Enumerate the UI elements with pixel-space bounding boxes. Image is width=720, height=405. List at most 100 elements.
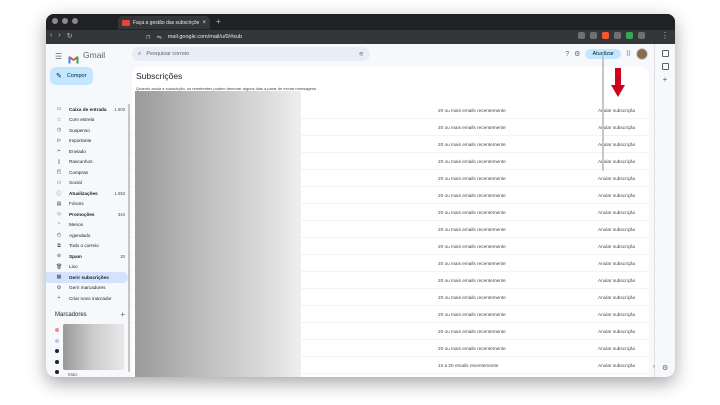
sidebar-item-inbox[interactable]: ▭ Caixa de entrada 1.503 [46,104,128,115]
collapse-panel-icon[interactable]: › [653,364,655,370]
main-menu-icon[interactable]: ☰ [55,52,62,61]
browser-tab[interactable]: Faça a gestão das subscrições × [118,16,210,29]
purchases-icon: ◰ [56,169,62,176]
unsubscribe-button[interactable]: Anular subscrição [598,363,635,368]
sidebar-item-star[interactable]: ☆ Com estrela [46,115,128,126]
content-scrollbar[interactable] [602,53,604,171]
unsubscribe-button[interactable]: Anular subscrição [598,278,635,283]
sidebar-item-send[interactable]: ➢ Enviado [46,146,128,157]
eye-icon[interactable] [578,32,585,39]
star-icon: ☆ [56,116,62,123]
unsubscribe-button[interactable]: Anular subscrição [598,176,635,181]
sidebar-item-info[interactable]: ⓘ Atualizações 1.553 [46,188,128,199]
gmail-wordmark: Gmail [83,50,106,60]
sidebar-toggle-icon[interactable] [638,32,645,39]
labels-more[interactable]: Mais [68,372,78,377]
inbox-icon: ▭ [56,106,62,113]
browser-window: Faça a gestão das subscrições × + ‹ › ↻ … [46,14,675,377]
panel-settings-icon[interactable]: ⚙ [662,364,715,401]
sidebar-item-spam[interactable]: ⊘ Spam 20 [46,251,128,262]
labels-header: Marcadores + [55,311,125,319]
address-bar[interactable]: ⊓ ⇋ mail.google.com/mail/u/0/#sub [146,32,576,42]
add-addon-icon[interactable]: + [662,76,669,84]
sidebar-item-scheduled[interactable]: ◴ Agendado [46,230,128,241]
sidebar-item-label: Todo o correio [69,243,99,249]
add-label-icon[interactable]: + [120,311,125,319]
unsubscribe-button[interactable]: Anular subscrição [598,210,635,215]
keep-icon[interactable] [661,63,669,70]
unsubscribe-button[interactable]: Anular subscrição [598,244,635,249]
bookmark-icon[interactable]: ⊓ [146,34,151,41]
info-icon: ⓘ [56,190,62,197]
nav-buttons: ‹ › ↻ [50,32,73,40]
sidebar-item-label: Compras [69,169,89,175]
help-icon[interactable]: ? [565,51,569,58]
url-text[interactable]: mail.google.com/mail/u/0/#sub [168,34,242,40]
compose-button[interactable]: ✎ Compor [50,67,93,85]
apps-grid-icon[interactable]: ⠿ [626,50,631,58]
sidebar-item-label: Fóruns [69,201,84,207]
plus-icon: + [57,295,61,302]
sidebar-item-forum[interactable]: ▤ Fóruns [46,199,128,210]
extension-green-icon[interactable] [626,32,633,39]
sidebar-item-subscriptions[interactable]: ▦ Gerir subscrições [46,272,128,283]
unsubscribe-button[interactable]: Anular subscrição [598,329,635,334]
window-controls[interactable] [52,18,78,24]
clock-icon: ◷ [56,127,62,134]
sidebar-item-chevron-up[interactable]: ⌃ Menos [46,220,128,231]
unsubscribe-button[interactable]: Anular subscrição [598,295,635,300]
sidebar-item-trash[interactable]: 🗑 Lixo [46,262,128,273]
sidebar-item-label: Caixa de entrada [69,106,107,112]
search-filter-icon[interactable]: ⚟ [359,51,364,58]
unsubscribe-button[interactable]: Anular subscrição [598,312,635,317]
spam-icon: ⊘ [56,253,62,260]
sidebar-item-tag[interactable]: ◇ Promoções 344 [46,209,128,220]
gmail-logo[interactable]: Gmail [68,50,106,63]
sidebar-item-label: Rascunhos [69,159,93,165]
sidebar-scrollbar[interactable] [128,104,130,372]
label-dot [55,359,59,364]
brave-shield-icon[interactable] [602,32,609,39]
sidebar-item-all-mail[interactable]: ⧉ Todo o correio [46,241,128,252]
unsubscribe-button[interactable]: Anular subscrição [598,193,635,198]
sidebar-item-draft[interactable]: ▯ Rascunhos [46,157,128,168]
unsubscribe-button[interactable]: Anular subscrição [598,227,635,232]
sidebar-item-gear[interactable]: ⚙ Gerir marcadores [46,283,128,294]
email-frequency: 20 ou mais emails recentemente [438,278,506,283]
gmail-m-icon [68,51,79,63]
label-dot [55,328,59,332]
sidebar-item-clock[interactable]: ◷ Suspenso [46,125,128,136]
close-tab-icon[interactable]: × [202,20,206,26]
email-frequency: 20 ou mais emails recentemente [438,346,506,351]
unsubscribe-button[interactable]: Anular subscrição [598,261,635,266]
site-settings-icon[interactable]: ⇋ [157,34,162,41]
calendar-icon[interactable] [661,50,669,57]
sidebar-item-count: 1.553 [114,190,125,196]
email-frequency: 20 ou mais emails recentemente [438,329,506,334]
sidebar-item-important[interactable]: ᐅ Importante [46,136,128,147]
email-frequency: 20 ou mais emails recentemente [438,295,506,300]
search-icon[interactable]: ⌕ [138,51,141,58]
forward-icon[interactable]: › [58,32,60,40]
settings-gear-icon[interactable]: ⚙ [574,50,580,58]
top-right-controls: ? ⚙ Atualizar ⠿ [565,48,654,60]
new-tab-icon[interactable]: + [216,17,221,26]
browser-menu-icon[interactable]: ⋮ [661,31,669,40]
share-icon[interactable] [590,32,597,39]
sidebar-item-label: Lixo [69,264,78,270]
reload-icon[interactable]: ↻ [67,32,73,40]
email-frequency: 20 ou mais emails recentemente [438,244,506,249]
sidebar-item-plus[interactable]: + Criar novo marcador [46,293,128,304]
avatar[interactable] [636,48,648,60]
sidebar-item-social[interactable]: ⚇ Social [46,178,128,189]
sidebar-item-purchases[interactable]: ◰ Compras [46,167,128,178]
gear-icon: ⚙ [56,284,62,291]
search-input[interactable]: ⌕ Pesquisar correio ⚟ [132,47,370,61]
search-placeholder[interactable]: Pesquisar correio [146,51,353,57]
email-frequency: 20 ou mais emails recentemente [438,312,506,317]
unsubscribe-button[interactable]: Anular subscrição [598,346,635,351]
pen-icon[interactable] [614,32,621,39]
back-icon[interactable]: ‹ [50,32,52,40]
labels-heading: Marcadores [55,312,87,318]
important-icon: ᐅ [57,137,61,144]
